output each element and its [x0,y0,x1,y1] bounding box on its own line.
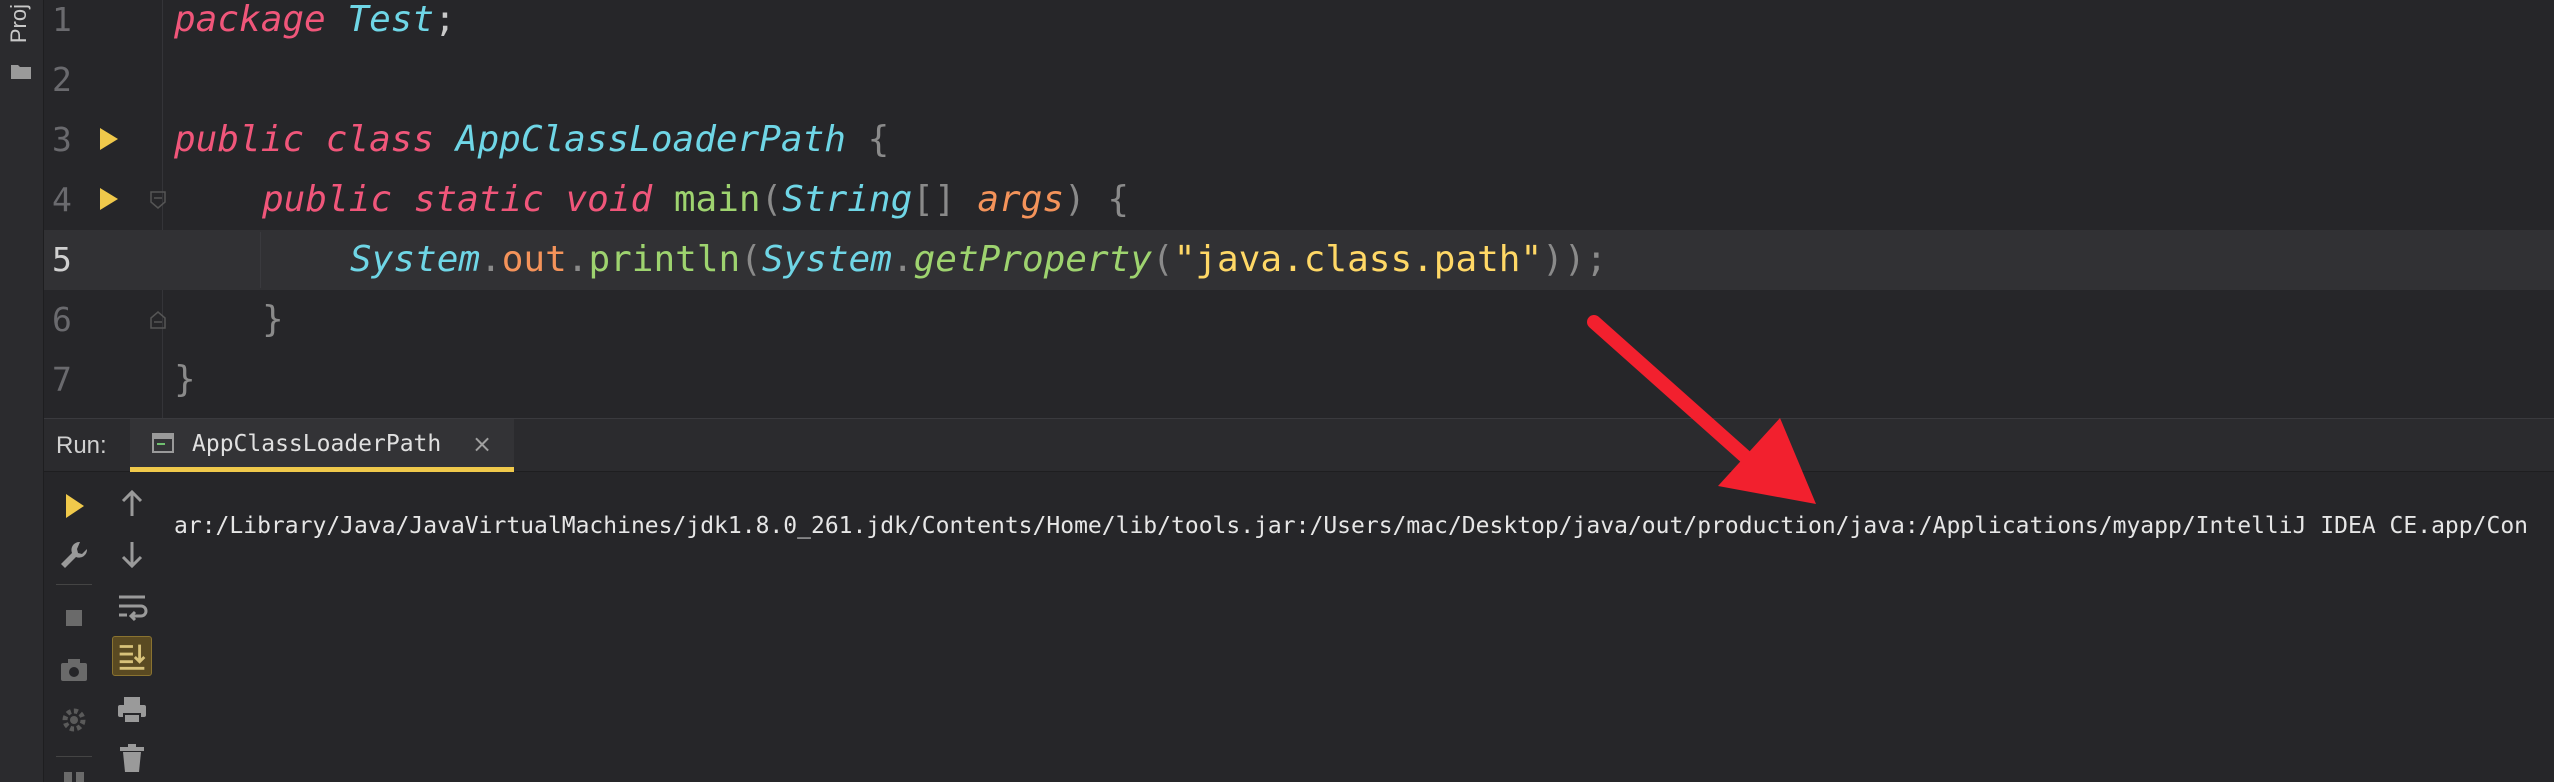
run-toolbar-left [44,472,104,782]
line-number: 2 [52,60,72,99]
code-editor[interactable]: 1 package Test; 2 3 public class AppClas… [44,0,2554,418]
method-call: println [588,239,741,280]
scroll-to-end-icon [119,644,146,670]
code-text[interactable]: public class AppClassLoaderPath { [174,110,889,170]
layout-icon[interactable] [54,766,94,782]
method-name: main [673,179,761,220]
open-brace: { [867,119,890,160]
class-ref: System [350,239,481,280]
code-text[interactable]: package Test; [174,0,456,50]
paren-open: ( [740,239,762,280]
code-text[interactable]: public static void main(String[] args) { [262,170,1129,230]
trash-icon[interactable] [112,738,152,778]
field-ref: out [501,239,567,280]
folder-icon[interactable] [10,62,32,80]
package-name: Test [347,0,435,40]
line-number: 1 [52,0,72,39]
run-tab[interactable]: AppClassLoaderPath × [130,419,514,473]
line-number: 4 [52,180,72,219]
print-icon[interactable] [112,690,152,730]
dot: . [891,239,914,280]
param-type: String [782,179,913,220]
run-tab-label: AppClassLoaderPath [192,431,442,457]
code-line[interactable]: 1 package Test; [44,0,2554,50]
camera-icon[interactable] [54,650,94,690]
class-ref: System [761,239,892,280]
arrow-down-icon[interactable] [112,534,152,574]
keyword-static: static [413,179,544,220]
project-tool-strip: Proj [0,0,44,782]
dot: . [480,239,502,280]
run-title: Run: [56,432,107,459]
semicolon: ; [434,0,456,40]
close-brace: } [174,359,196,400]
code-text[interactable]: } [262,290,284,350]
run-toolbar-right [102,472,162,782]
code-line[interactable]: 4 public static void main(String[] args)… [44,170,2554,230]
line-number: 5 [52,240,72,279]
run-method-gutter-icon[interactable] [98,186,120,212]
soft-wrap-icon[interactable] [112,586,152,626]
scroll-to-end-button[interactable] [112,636,152,676]
line-number: 6 [52,300,72,339]
dot: . [566,239,589,280]
open-brace: { [1107,179,1130,220]
close-icon[interactable]: × [472,419,492,469]
code-line[interactable]: 3 public class AppClassLoaderPath { [44,110,2554,170]
fold-icon[interactable] [148,190,168,210]
method-call: getProperty [913,239,1153,280]
code-line-current[interactable]: 5 System.out.println(System.getProperty(… [44,230,2554,290]
play-icon[interactable] [54,486,94,526]
ide-window: Proj 1 package Test; 2 3 public class Ap… [0,0,2554,782]
wrench-icon[interactable] [54,536,94,576]
paren-open: ( [1152,239,1174,280]
toolbar-separator [56,756,92,757]
console-output-line[interactable]: ar:/Library/Java/JavaVirtualMachines/jdk… [174,508,2554,544]
line-number: 7 [52,360,72,399]
keyword-public: public [262,179,393,220]
paren-close: )); [1542,239,1608,280]
keyword-public: public [174,119,305,160]
paren-open: ( [760,179,783,220]
project-tool-button[interactable]: Proj [6,4,32,43]
code-line[interactable]: 2 [44,50,2554,110]
line-number: 3 [52,120,72,159]
close-brace: } [262,299,284,340]
keyword-package: package [174,0,326,40]
string-literal: "java.class.path" [1173,239,1543,280]
code-text[interactable]: System.out.println(System.getProperty("j… [350,230,1607,290]
keyword-void: void [565,179,653,220]
arrow-up-icon[interactable] [112,484,152,524]
run-class-gutter-icon[interactable] [98,126,120,152]
code-text[interactable]: } [174,350,196,410]
keyword-class: class [325,119,435,160]
code-line[interactable]: 6 } [44,290,2554,350]
paren-close: ) [1064,179,1086,220]
fold-end-icon[interactable] [148,310,168,330]
annotation-arrow-icon [1587,315,1816,504]
run-tool-header: Run: AppClassLoaderPath × [44,418,2554,473]
param-name: args [977,179,1065,220]
array-brackets: [] [912,179,956,220]
class-name: AppClassLoaderPath [455,119,846,160]
console-icon [152,433,174,453]
stop-icon[interactable] [54,598,94,638]
toolbar-separator [56,584,92,585]
gear-icon[interactable] [54,700,94,740]
indent-guide [260,232,261,288]
run-console[interactable]: ar:/Library/Java/JavaVirtualMachines/jdk… [44,472,2554,782]
code-line[interactable]: 7 } [44,350,2554,410]
